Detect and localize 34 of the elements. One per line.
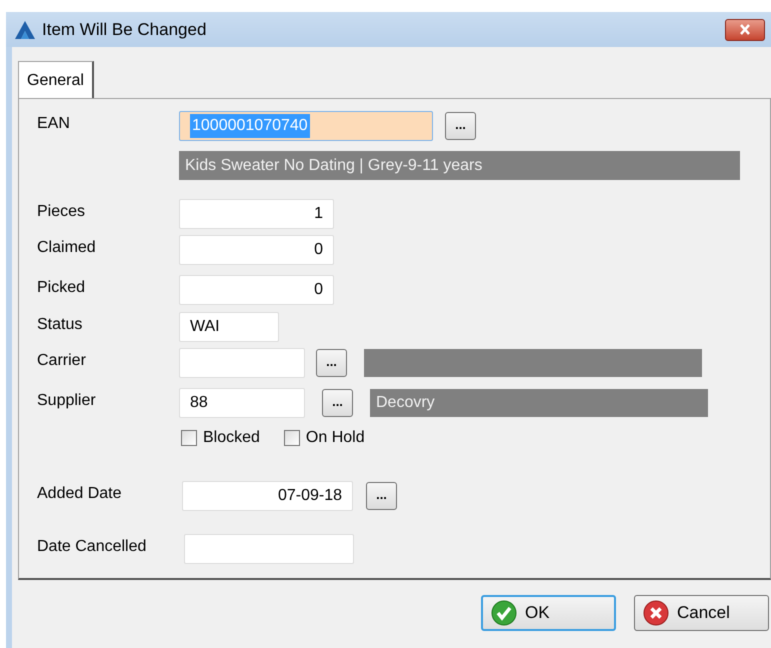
check-icon: [491, 600, 517, 626]
input-field[interactable]: [184, 534, 354, 564]
browse-button[interactable]: ...: [322, 389, 353, 417]
browse-button[interactable]: ...: [366, 482, 397, 510]
window-title: Item Will Be Changed: [42, 18, 206, 41]
input-field[interactable]: WAI: [179, 312, 279, 342]
field-label: Supplier: [36, 391, 97, 411]
input-field[interactable]: 07-09-18: [182, 481, 353, 511]
field-label: Date Cancelled: [36, 537, 148, 557]
close-icon: [739, 24, 751, 35]
input-field[interactable]: 1: [179, 199, 334, 229]
field-label: EAN: [36, 114, 71, 134]
tab[interactable]: General: [18, 61, 94, 99]
field-label: Picked: [36, 278, 86, 298]
input-field[interactable]: [179, 348, 305, 378]
field-label: Added Date: [36, 484, 123, 504]
app-logo-icon: [14, 20, 36, 40]
browse-button[interactable]: ...: [316, 349, 347, 377]
cancel-button[interactable]: Cancel: [634, 595, 769, 631]
cancel-icon: [643, 600, 669, 626]
field-label: Pieces: [36, 202, 86, 222]
input-field[interactable]: 88: [179, 388, 305, 418]
ok-button[interactable]: OK: [481, 595, 616, 631]
field-label: Claimed: [36, 238, 97, 258]
input-field[interactable]: 0: [179, 275, 334, 305]
close-button[interactable]: [725, 18, 765, 40]
description-bar: Kids Sweater No Dating | Grey-9-11 years: [179, 151, 740, 180]
field-label: Carrier: [36, 351, 87, 371]
field-label: Status: [36, 315, 84, 335]
checkbox[interactable]: On Hold: [284, 426, 365, 450]
checkbox[interactable]: Blocked: [181, 426, 260, 450]
browse-button[interactable]: ...: [445, 112, 476, 140]
info-bar: Decovry: [370, 389, 708, 417]
input-field[interactable]: 0: [179, 235, 334, 265]
